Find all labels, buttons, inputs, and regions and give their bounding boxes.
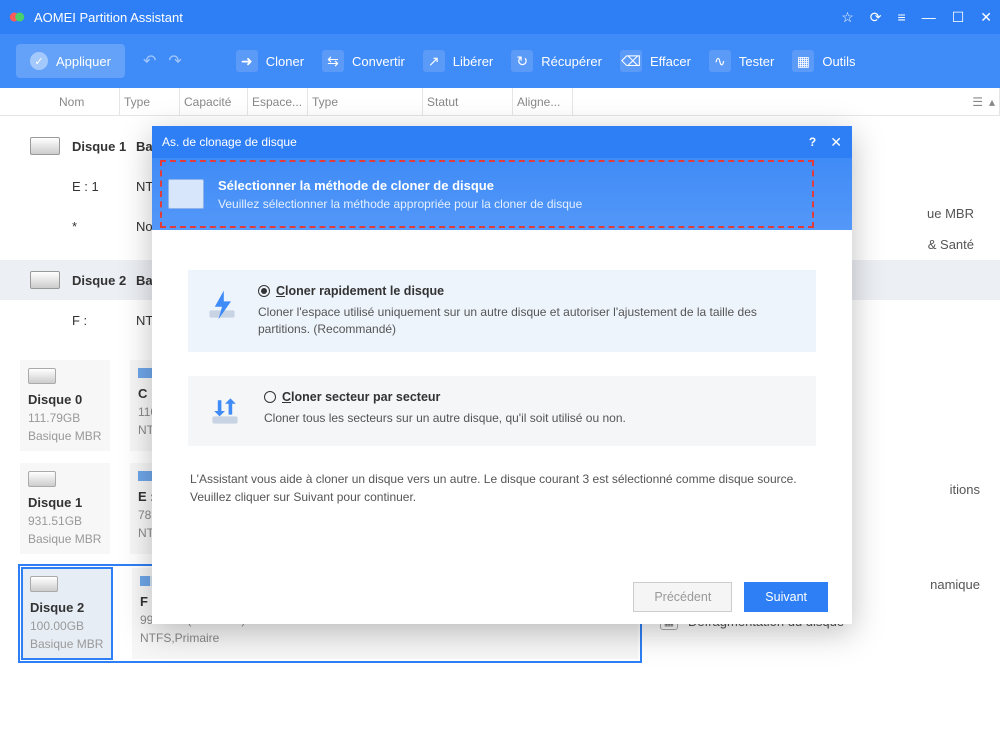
list-view-icon[interactable]: ☰ — [972, 95, 983, 109]
tool-outils[interactable]: ▦Outils — [792, 50, 855, 72]
tool-effacer[interactable]: ⌫Effacer — [620, 50, 691, 72]
convert-icon: ⇆ — [322, 50, 344, 72]
erase-icon: ⌫ — [620, 50, 642, 72]
hdd-icon — [28, 368, 56, 384]
dialog-title-bar: As. de clonage de disque ? ✕ — [152, 126, 852, 158]
hdd-icon — [28, 471, 56, 487]
option-sector-clone[interactable]: Cloner secteur par secteur Cloner tous l… — [188, 376, 816, 446]
card-disk1[interactable]: Disque 1 931.51GB Basique MBR — [20, 463, 110, 554]
minimize-icon[interactable]: — — [922, 9, 936, 26]
clone-icon: ➜ — [236, 50, 258, 72]
dialog-body: CCloner rapidement le disqueloner rapide… — [152, 230, 852, 570]
redo-icon[interactable]: ↷ — [168, 51, 181, 71]
check-icon: ✓ — [30, 52, 48, 70]
lightning-icon — [204, 284, 240, 326]
partition-table-header: Nom Type Capacité Espace... Type Statut … — [0, 88, 1000, 116]
hdd-icon — [30, 137, 60, 155]
col-esp[interactable]: Espace... — [248, 88, 308, 115]
radio-sector[interactable] — [264, 391, 276, 403]
undo-icon[interactable]: ↶ — [143, 51, 156, 71]
dialog-footer: Précédent Suivant — [152, 570, 852, 624]
option-quick-clone[interactable]: CCloner rapidement le disqueloner rapide… — [188, 270, 816, 352]
app-title: AOMEI Partition Assistant — [34, 10, 841, 25]
card-disk0[interactable]: Disque 0 111.79GB Basique MBR — [20, 360, 110, 451]
menu-icon[interactable]: ≡ — [898, 9, 906, 26]
col-stat[interactable]: Statut — [423, 88, 513, 115]
tools-icon: ▦ — [792, 50, 814, 72]
radio-quick[interactable] — [258, 285, 270, 297]
tool-convertir[interactable]: ⇆Convertir — [322, 50, 405, 72]
close-icon[interactable]: ✕ — [980, 9, 992, 26]
tool-recuperer[interactable]: ↻Récupérer — [511, 50, 602, 72]
disk-clone-icon — [168, 179, 204, 209]
hdd-icon — [30, 576, 58, 592]
next-button[interactable]: Suivant — [744, 582, 828, 612]
title-bar: AOMEI Partition Assistant ☆ ⟳ ≡ — ☐ ✕ — [0, 0, 1000, 34]
option1-desc: Cloner l'espace utilisé uniquement sur u… — [258, 304, 800, 338]
dialog-note: L'Assistant vous aide à cloner un disque… — [188, 470, 816, 506]
hdd-icon — [30, 271, 60, 289]
col-type2[interactable]: Type — [308, 88, 423, 115]
col-type[interactable]: Type — [120, 88, 180, 115]
free-icon: ↗ — [423, 50, 445, 72]
col-nom[interactable]: Nom — [55, 88, 120, 115]
app-logo-icon — [8, 8, 26, 26]
tool-cloner[interactable]: ➜Cloner — [236, 50, 304, 72]
recover-icon: ↻ — [511, 50, 533, 72]
prev-button: Précédent — [633, 582, 732, 612]
dialog-close-icon[interactable]: ✕ — [830, 134, 842, 151]
sector-icon — [204, 390, 246, 432]
tool-tester[interactable]: ∿Tester — [709, 50, 774, 72]
apply-label: Appliquer — [56, 54, 111, 69]
collapse-icon[interactable]: ▴ — [989, 95, 995, 109]
tool-liberer[interactable]: ↗Libérer — [423, 50, 493, 72]
dialog-title: As. de clonage de disque — [162, 135, 297, 149]
refresh-icon[interactable]: ⟳ — [870, 9, 882, 26]
col-align[interactable]: Aligne... — [513, 88, 573, 115]
apply-button[interactable]: ✓ Appliquer — [16, 44, 125, 78]
help-icon[interactable]: ? — [809, 135, 816, 149]
col-cap[interactable]: Capacité — [180, 88, 248, 115]
test-icon: ∿ — [709, 50, 731, 72]
card-disk2[interactable]: Disque 2 100.00GB Basique MBR — [22, 568, 112, 659]
dialog-header: Sélectionner la méthode de cloner de dis… — [152, 158, 852, 230]
star-icon[interactable]: ☆ — [841, 9, 854, 26]
maximize-icon[interactable]: ☐ — [952, 9, 965, 26]
clone-wizard-dialog: As. de clonage de disque ? ✕ Sélectionne… — [152, 126, 852, 624]
main-toolbar: ✓ Appliquer ↶ ↷ ➜Cloner ⇆Convertir ↗Libé… — [0, 34, 1000, 88]
dialog-heading: Sélectionner la méthode de cloner de dis… — [218, 178, 582, 193]
option2-desc: Cloner tous les secteurs sur un autre di… — [264, 410, 626, 427]
dialog-subheading: Veuillez sélectionner la méthode appropr… — [218, 197, 582, 211]
